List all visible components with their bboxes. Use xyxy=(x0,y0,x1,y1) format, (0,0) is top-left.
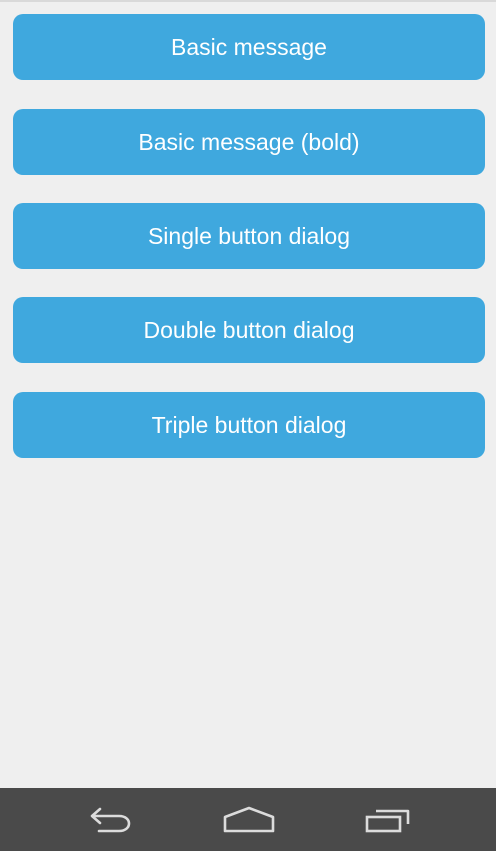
single-button-dialog-button-label: Single button dialog xyxy=(147,222,351,249)
recents-button[interactable] xyxy=(328,788,448,851)
basic-message-bold-button-label: Basic message (bold) xyxy=(138,128,360,155)
home-icon xyxy=(223,806,275,832)
navigation-bar xyxy=(0,788,496,851)
button-list: Basic message Basic message (bold) Singl… xyxy=(0,0,496,788)
basic-message-bold-button[interactable]: Basic message (bold) xyxy=(13,109,485,175)
triple-button-dialog-button-label: Triple button dialog xyxy=(151,411,347,438)
back-button[interactable] xyxy=(50,788,170,851)
triple-button-dialog-button[interactable]: Triple button dialog xyxy=(13,392,485,458)
home-button[interactable] xyxy=(189,788,309,851)
recents-icon xyxy=(365,809,410,832)
back-icon xyxy=(90,807,131,832)
double-button-dialog-button[interactable]: Double button dialog xyxy=(13,297,485,363)
basic-message-button-label: Basic message xyxy=(171,33,327,60)
basic-message-button[interactable]: Basic message xyxy=(13,14,485,80)
single-button-dialog-button[interactable]: Single button dialog xyxy=(13,203,485,269)
double-button-dialog-button-label: Double button dialog xyxy=(143,316,355,343)
